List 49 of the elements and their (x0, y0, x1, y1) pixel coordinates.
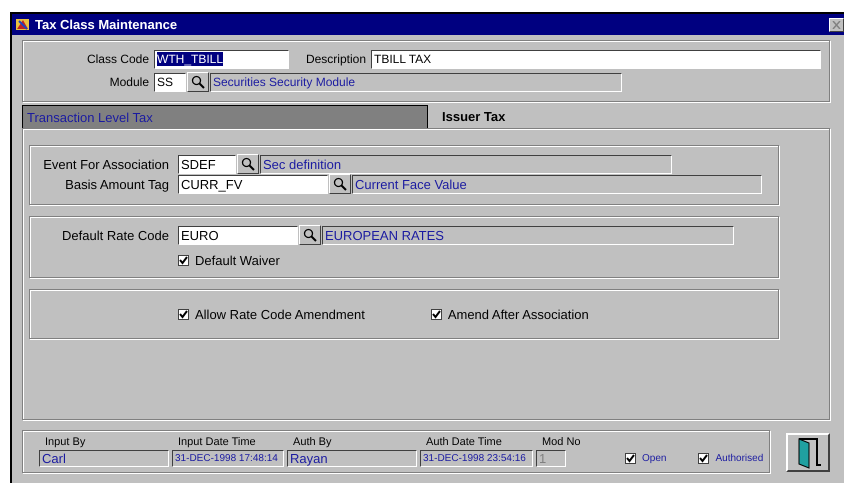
field-label: Auth Date Time (425, 435, 503, 449)
input-field[interactable]: EURO (178, 226, 298, 244)
field-label: Event For Association (42, 156, 170, 172)
search-icon (303, 228, 317, 242)
check-icon (179, 256, 188, 264)
check-icon (179, 310, 188, 318)
search-button[interactable] (237, 154, 259, 174)
search-icon (333, 177, 347, 191)
field-label: Class Code (86, 52, 150, 66)
readonly-field: 31-DEC-1998 23:54:16 (420, 450, 533, 467)
search-icon (191, 75, 205, 89)
field-label: Auth By (292, 435, 333, 449)
field-label: Module (108, 75, 150, 89)
app-icon (15, 17, 31, 32)
input-field[interactable]: SS (154, 72, 186, 92)
check-icon (626, 454, 635, 463)
field-label: Input Date Time (177, 435, 257, 449)
field-label: Input By (44, 435, 86, 449)
checkbox[interactable]: Default Waiver (178, 252, 280, 268)
search-button[interactable] (329, 174, 351, 194)
input-field[interactable]: WTH_TBILL (154, 50, 289, 68)
field-label: Basis Amount Tag (64, 176, 170, 192)
lookup-description: EUROPEAN RATES (322, 226, 734, 244)
field-label: Description (304, 52, 367, 66)
search-button[interactable] (299, 225, 321, 245)
lookup-description: Sec definition (260, 154, 672, 174)
checkbox[interactable]: Open (625, 453, 666, 464)
readonly-field: 1 (536, 450, 566, 467)
lookup-description: Securities Security Module (210, 72, 622, 92)
input-field[interactable]: SDEF (178, 154, 236, 174)
checkbox[interactable]: Amend After Association (430, 306, 589, 322)
field-label: Default Rate Code (61, 228, 170, 242)
search-button[interactable] (187, 72, 209, 92)
exit-button[interactable] (786, 433, 830, 472)
search-icon (241, 157, 255, 171)
field-label: Mod No (541, 435, 582, 449)
readonly-field: 31-DEC-1998 17:48:14 (172, 450, 284, 467)
input-field[interactable]: CURR_FV (178, 174, 328, 194)
readonly-field: Rayan (287, 450, 417, 467)
close-button[interactable] (829, 18, 844, 32)
lookup-description: Current Face Value (352, 174, 762, 194)
checkbox[interactable]: Allow Rate Code Amendment (178, 306, 365, 322)
check-icon (432, 310, 441, 318)
checkbox[interactable]: Authorised (698, 453, 764, 464)
check-icon (699, 454, 708, 463)
close-icon (832, 20, 841, 28)
window-title: Tax Class Maintenance (35, 17, 178, 32)
readonly-field: Carl (39, 450, 169, 467)
input-field[interactable]: TBILL TAX (371, 50, 821, 68)
